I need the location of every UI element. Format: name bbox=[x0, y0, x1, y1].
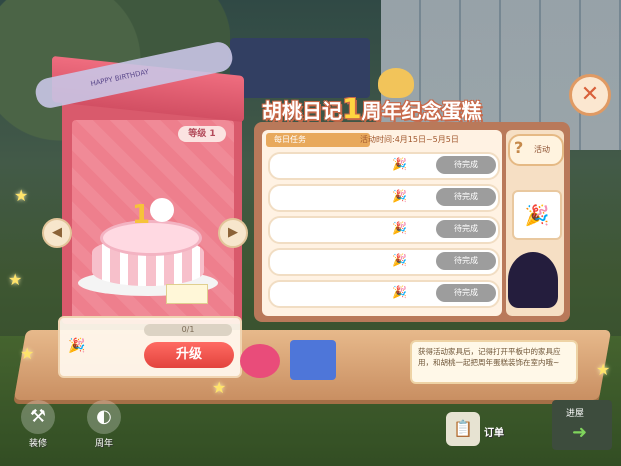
cake-top-tier bbox=[100, 220, 202, 256]
star-icon: ★ bbox=[212, 378, 227, 397]
task-status-button[interactable]: 待完成 bbox=[436, 188, 496, 206]
task-row: 🎉 待完成 bbox=[268, 248, 500, 276]
title-part-1: 胡桃日记 bbox=[262, 99, 342, 123]
cake-number-topper: 1 bbox=[132, 200, 151, 230]
cake-name-card bbox=[166, 284, 208, 304]
title-number: 1 bbox=[342, 92, 362, 125]
task-status-button[interactable]: 待完成 bbox=[436, 284, 496, 302]
help-label: 活动 bbox=[534, 145, 550, 154]
party-popper-icon: 🎉 bbox=[392, 285, 407, 299]
blue-gift bbox=[290, 340, 336, 380]
heart-gift bbox=[240, 344, 280, 378]
level-badge: 等级 1 bbox=[178, 126, 226, 142]
party-popper-icon: 🎉 bbox=[392, 221, 407, 235]
upgrade-panel: 🎉 0/1 升级 bbox=[58, 316, 242, 378]
task-name bbox=[280, 222, 390, 236]
upgrade-progress-text: 0/1 bbox=[181, 325, 195, 334]
arrow-right-icon: ➜ bbox=[572, 422, 588, 443]
cake-bunny-topper bbox=[150, 198, 174, 222]
cake-icon: ◐ bbox=[87, 400, 121, 434]
anniversary-button[interactable]: ◐ 周年 bbox=[80, 400, 128, 450]
star-icon: ★ bbox=[14, 186, 29, 205]
task-row: 🎉 待完成 bbox=[268, 184, 500, 212]
party-popper-icon: 🎉 bbox=[524, 203, 550, 227]
task-status-button[interactable]: 待完成 bbox=[436, 220, 496, 238]
party-popper-icon: 🎉 bbox=[68, 338, 86, 354]
task-name bbox=[280, 286, 390, 300]
party-popper-icon: 🎉 bbox=[392, 189, 407, 203]
task-name bbox=[280, 190, 390, 204]
task-row: 🎉 待完成 bbox=[268, 280, 500, 308]
party-popper-icon: 🎉 bbox=[392, 253, 407, 267]
close-icon[interactable]: ✕ bbox=[569, 74, 611, 116]
star-icon: ★ bbox=[596, 360, 611, 379]
enter-label: 进屋 bbox=[566, 409, 585, 419]
order-label: 订单 bbox=[484, 428, 504, 439]
hammer-icon: ⚒ bbox=[21, 400, 55, 434]
upgrade-progress-bar: 0/1 bbox=[144, 324, 232, 336]
clipboard-icon: 📋 bbox=[446, 412, 480, 446]
task-name bbox=[280, 158, 390, 172]
event-title: 胡桃日记1周年纪念蛋糕 bbox=[262, 92, 481, 125]
title-part-2: 周年纪念蛋糕 bbox=[361, 99, 482, 123]
tab-daily-tasks[interactable]: 每日任务 bbox=[266, 133, 370, 147]
activity-help-button[interactable]: ? 活动 bbox=[508, 134, 564, 166]
hint-bubble: 获得活动家具后，记得打开平板中的家具应用，和胡桃一起把周年蛋糕装饰在室内哦~ bbox=[410, 340, 578, 384]
star-icon: ★ bbox=[20, 344, 35, 363]
star-icon: ★ bbox=[8, 270, 23, 289]
task-row: 🎉 待完成 bbox=[268, 152, 500, 180]
party-popper-icon: 🎉 bbox=[392, 157, 407, 171]
order-button[interactable]: 📋 订单 bbox=[446, 412, 516, 452]
task-status-button[interactable]: 待完成 bbox=[436, 156, 496, 174]
task-name bbox=[280, 254, 390, 268]
anniversary-label: 周年 bbox=[94, 439, 113, 449]
decorate-button[interactable]: ⚒ 装修 bbox=[14, 400, 62, 450]
task-status-button[interactable]: 待完成 bbox=[436, 252, 496, 270]
activity-time: 活动时间:4月15日~5月5日 bbox=[360, 135, 459, 144]
character-girl bbox=[508, 252, 558, 308]
chevron-left-icon[interactable]: ◀ bbox=[42, 218, 72, 248]
decorate-label: 装修 bbox=[28, 439, 47, 449]
enter-house-button[interactable]: 进屋 ➜ bbox=[552, 400, 612, 450]
upgrade-button[interactable]: 升级 bbox=[144, 342, 234, 368]
question-mark-icon: ? bbox=[514, 138, 524, 157]
reward-item[interactable]: 🎉 bbox=[512, 190, 562, 240]
chevron-right-icon[interactable]: ▶ bbox=[218, 218, 248, 248]
task-row: 🎉 待完成 bbox=[268, 216, 500, 244]
